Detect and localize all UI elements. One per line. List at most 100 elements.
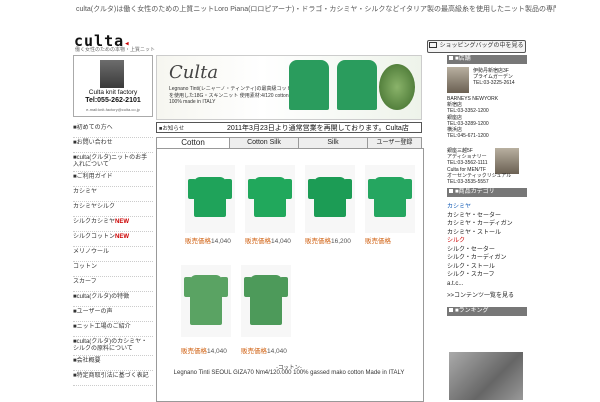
ranking-product-image[interactable] <box>449 352 523 400</box>
product-image[interactable] <box>185 165 235 233</box>
sidebar-item-label: ■特定商取引法に基づく表記 <box>73 373 149 379</box>
sidebar-item-cashmere-silk[interactable]: カシミヤシルク <box>73 202 153 217</box>
site-tagline: 働く女性のための本物・上質ニット <box>75 47 156 53</box>
product-shirt <box>244 275 288 325</box>
product-card[interactable]: 販売価格14,040 <box>245 165 295 245</box>
product-shirt <box>248 177 292 217</box>
store-ginza-mitsukoshi[interactable]: 銀座三越5F アディショナリー TEL:03-3562-1111 Culta for … <box>447 144 527 188</box>
product-image[interactable] <box>305 165 355 233</box>
sidebar-item-first-time[interactable]: ■初めての方へ <box>73 123 153 138</box>
category-item[interactable]: シルク・カーディガン <box>447 254 514 263</box>
ranking-heading: ■ランキング <box>447 307 527 316</box>
factory-building-image <box>100 60 124 88</box>
product-image[interactable] <box>181 265 231 337</box>
sidebar-item-label: シルクコットン <box>73 234 116 240</box>
promo-banner[interactable]: Culta Legnano Tinti(レニャーノ・ティンティ)の最高級コットン… <box>156 55 422 120</box>
price-value: 14,040 <box>207 348 227 355</box>
sidebar-item-label: ■会社概要 <box>73 358 101 364</box>
product-price: 販売価格 <box>365 235 435 245</box>
category-item[interactable]: カシミヤ・カーディガン <box>447 220 514 229</box>
product-card[interactable]: 販売価格14,040 <box>185 165 235 245</box>
sidebar-item-label: シルクカシミヤ <box>73 219 116 225</box>
price-label: 販売価格 <box>185 238 211 245</box>
sidebar-item-silk-cotton[interactable]: シルクコットンNEW <box>73 232 153 247</box>
sidebar-item-care[interactable]: ■culta(クルタ)ニットのお手入れについて <box>73 153 153 172</box>
cart-icon <box>429 42 438 49</box>
category-item[interactable]: カシミヤ・ストール <box>447 229 514 238</box>
sidebar-item-factory[interactable]: ■ニット工場のご紹介 <box>73 322 153 337</box>
product-shirt <box>368 177 412 217</box>
sidebar-item-scarf[interactable]: スカーフ <box>73 277 153 292</box>
factory-name: Culta knit factory <box>88 89 138 96</box>
category-item[interactable]: シルク・ストール <box>447 263 514 272</box>
product-image[interactable] <box>245 165 295 233</box>
material-caption: Legnano Tinti SEOUL GIZA70 Nm4/120.000 1… <box>173 370 405 376</box>
price-value: 16,200 <box>331 238 351 245</box>
product-card[interactable]: 販売価格 <box>365 165 415 245</box>
sidebar-item-label: メリノウール <box>73 249 110 255</box>
notice-text: 2011年3月23日より通常営業を再開しております。Culta店 <box>227 125 409 132</box>
product-shirt <box>308 177 352 217</box>
category-heading: ■商品カテゴリ <box>447 188 527 197</box>
category-item[interactable]: シルク・スカーフ <box>447 271 514 280</box>
category-item[interactable]: a.t.c... <box>447 280 514 289</box>
sidebar-item-contact[interactable]: ■お問い合わせ <box>73 138 153 153</box>
factory-email: e-mail:knit-factory@culta.co.jp <box>86 107 140 112</box>
shopping-bag-button[interactable]: ショッピングバッグの中を見る <box>427 40 526 53</box>
more-link[interactable]: >>コンテンツ一覧を見る <box>447 292 514 301</box>
sidebar-item-company[interactable]: ■会社概要 <box>73 356 153 371</box>
store-lines: 伊勢丹新宿店3F プライムガーデン TEL:03-3225-2614 <box>473 68 515 87</box>
price-value: 14,040 <box>267 348 287 355</box>
ranking-heading-label: ■ランキング <box>455 308 489 314</box>
notice-label: ■お知らせ <box>159 126 185 132</box>
product-image[interactable] <box>241 265 291 337</box>
product-card[interactable]: 販売価格14,040 <box>241 265 291 355</box>
sidebar-item-legal[interactable]: ■特定商取引法に基づく表記 <box>73 371 153 386</box>
product-shirt <box>184 275 228 325</box>
sidebar-item-cashmere[interactable]: カシミヤ <box>73 187 153 202</box>
sidebar-item-cotton[interactable]: コットン <box>73 262 153 277</box>
product-card[interactable]: 販売価格14,040 <box>181 265 231 355</box>
price-label: 販売価格 <box>365 238 391 245</box>
sidebar-item-merino[interactable]: メリノウール <box>73 247 153 262</box>
sidebar-item-label: コットン <box>73 264 98 270</box>
product-shirt <box>188 177 232 217</box>
stores-heading-label: ■店舗 <box>455 56 471 62</box>
banner-shirt-image <box>289 60 329 110</box>
factory-info[interactable]: Culta knit factory Tel:055-262-2101 e-ma… <box>73 55 153 117</box>
price-label: 販売価格 <box>181 348 207 355</box>
product-price: 販売価格14,040 <box>241 345 311 355</box>
category-item[interactable]: シルク・セーター <box>447 246 514 255</box>
product-image[interactable] <box>365 165 415 233</box>
factory-tel: Tel:055-262-2101 <box>85 97 141 104</box>
sidebar-item-silk-cashmere[interactable]: シルクカシミヤNEW <box>73 217 153 232</box>
product-card[interactable]: 販売価格16,200 <box>305 165 355 245</box>
category-item[interactable]: カシミヤ・セーター <box>447 212 514 221</box>
sidebar-item-label: ■ご利用ガイド <box>73 174 113 180</box>
cart-button-label: ショッピングバッグの中を見る <box>439 43 524 49</box>
banner-sweater-image <box>337 60 377 110</box>
category-cashmere[interactable]: カシミヤ <box>447 203 514 212</box>
store-isetan[interactable]: 伊勢丹新宿店3F プライムガーデン TEL:03-3225-2614 <box>447 64 527 94</box>
sidebar-item-features[interactable]: ■culta(クルタ)の特徴 <box>73 292 153 307</box>
store-barneys[interactable]: BARNEYS NEWYORK 新宿店 TEL:03-3352-1200 銀座店 TEL… <box>447 94 527 144</box>
sidebar-item-label: ■culta(クルタ)ニットのお手入れについて <box>73 155 148 168</box>
price-label: 販売価格 <box>245 238 271 245</box>
category-tabs: Cotton Cotton Silk Silk ユーザー登録 <box>156 137 422 149</box>
price-value: 14,040 <box>211 238 231 245</box>
new-badge: NEW <box>115 234 130 240</box>
sidebar-item-label: カシミヤ <box>73 189 98 195</box>
category-silk[interactable]: シルク <box>447 237 514 246</box>
sidebar-item-label: ■culta(クルタ)のカシミヤ・シルクの原料について <box>73 339 148 352</box>
stores-heading: ■店舗 <box>447 55 527 64</box>
sidebar-item-label: ■お問い合わせ <box>73 140 113 146</box>
notice-bar: ■お知らせ 2011年3月23日より通常営業を再開しております。Culta店 <box>156 122 422 133</box>
sidebar-item-guide[interactable]: ■ご利用ガイド <box>73 172 153 187</box>
banner-title: Culta <box>169 62 219 83</box>
store-lines: BARNEYS NEWYORK 新宿店 TEL:03-3352-1200 銀座店 TEL… <box>447 96 499 140</box>
sidebar-item-materials[interactable]: ■culta(クルタ)のカシミヤ・シルクの原料について <box>73 337 153 356</box>
category-heading-label: ■商品カテゴリ <box>455 189 495 195</box>
sidebar-item-reviews[interactable]: ■ユーザーの声 <box>73 307 153 322</box>
price-value: 14,040 <box>271 238 291 245</box>
sidebar-item-label: スカーフ <box>73 279 97 285</box>
